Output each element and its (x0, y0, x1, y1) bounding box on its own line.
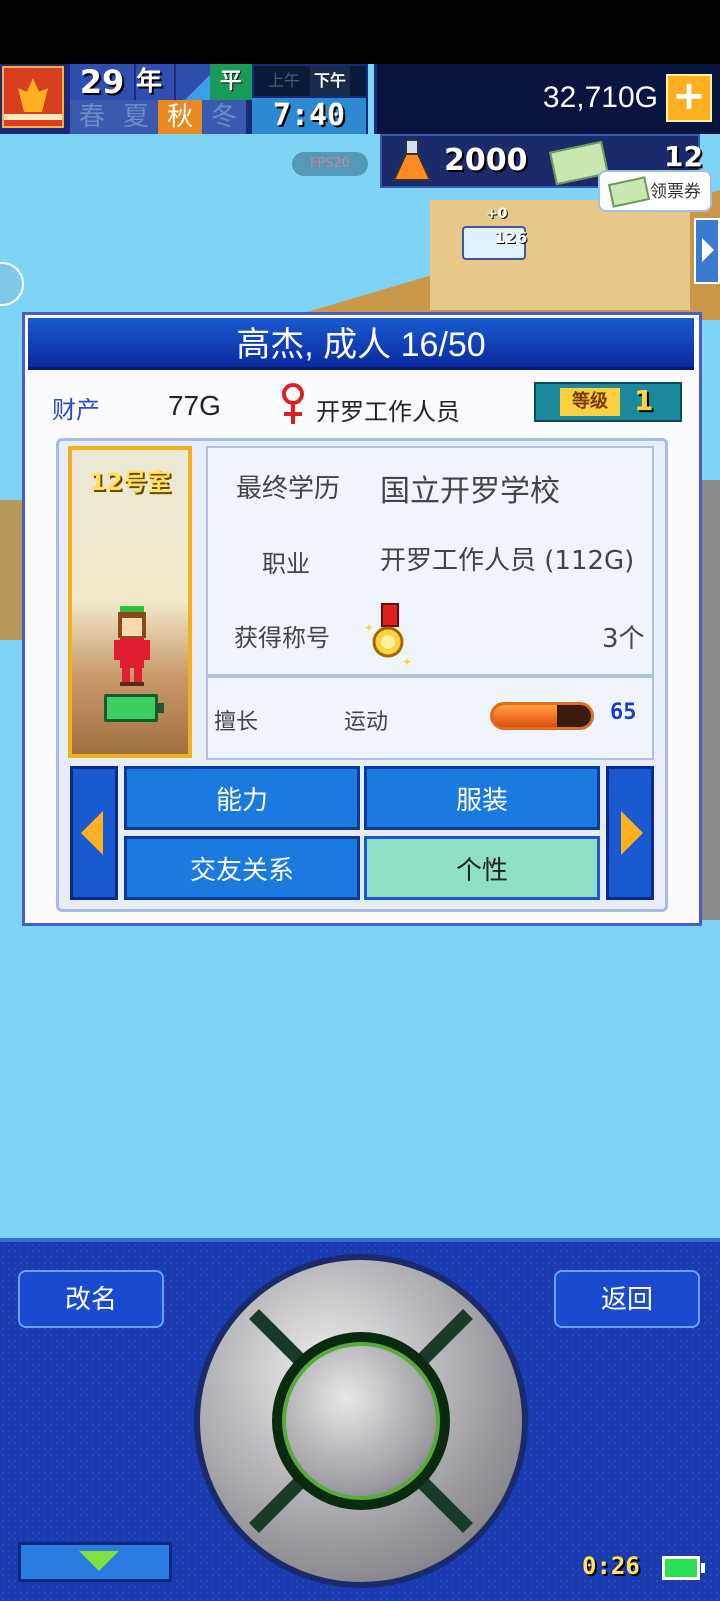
skill-name: 运动 (344, 710, 389, 735)
fire-icon (2, 66, 64, 128)
top-black-strip (0, 0, 720, 64)
occupation-label: 职业 (262, 550, 310, 578)
character-sprite[interactable] (110, 604, 154, 688)
skill-bar-fill (493, 705, 557, 727)
flask-icon (392, 139, 432, 181)
education-label: 最终学历 (236, 474, 341, 504)
building-side (700, 480, 720, 920)
room-label: 12号室 (89, 468, 171, 496)
season-winter: 冬 (202, 100, 246, 134)
add-money-button[interactable]: + (666, 74, 712, 122)
dialog-title: 高杰, 成人 16/50 (236, 326, 486, 364)
collapse-menu-button[interactable] (18, 1542, 172, 1582)
titles-count: 3个 (602, 624, 645, 654)
education-value: 国立开罗学校 (380, 474, 560, 509)
year-unit: 年 (136, 64, 174, 100)
money-value: 32,710G (542, 81, 658, 114)
job-label: 开罗工作人员 (316, 398, 460, 426)
claim-ticket-label: 领票券 (650, 182, 701, 202)
plus-zero-label: +0 (486, 206, 508, 222)
next-resident-button[interactable] (606, 766, 654, 900)
year-number: 29 (70, 64, 134, 100)
assets-value: 77G (168, 390, 221, 421)
svg-text:✦: ✦ (402, 655, 412, 669)
skill-bar (490, 702, 594, 730)
level-label: 等级 (560, 388, 620, 416)
skill-value: 65 (610, 700, 637, 725)
level-value: 1 (634, 384, 654, 417)
fps-badge: FPS20 (292, 152, 368, 176)
weekday-label: 平日 (210, 64, 252, 130)
tab-relations[interactable]: 交友关系 (124, 836, 360, 900)
pm-label: 下午 (310, 66, 351, 96)
season-autumn: 秋 (158, 100, 202, 134)
left-edge-badge[interactable] (0, 262, 24, 306)
am-label: 上午 (268, 71, 301, 90)
previous-resident-button[interactable] (70, 766, 118, 900)
season-summer: 夏 (114, 100, 158, 134)
session-timer: 0:26 (582, 1552, 640, 1580)
game-clock: 7:40 (252, 98, 366, 134)
back-button[interactable]: 返回 (554, 1270, 700, 1328)
battery-icon (104, 694, 164, 722)
female-icon (282, 383, 304, 424)
rename-button[interactable]: 改名 (18, 1270, 164, 1328)
titles-label: 获得称号 (234, 624, 330, 652)
skill-label: 擅长 (214, 710, 259, 735)
svg-text:✦: ✦ (364, 621, 374, 635)
medal-icon[interactable]: ✦ ✦ (362, 602, 418, 670)
ticket-count: 12 (664, 140, 703, 173)
tab-personality[interactable]: 个性 (364, 836, 600, 900)
bubble-value: 126 (494, 228, 528, 247)
assets-label: 财产 (52, 396, 100, 424)
device-battery-icon (662, 1556, 705, 1580)
tab-ability[interactable]: 能力 (124, 766, 360, 830)
season-spring: 春 (70, 100, 114, 134)
dpad-center-button[interactable] (282, 1342, 440, 1500)
tab-outfit[interactable]: 服装 (364, 766, 600, 830)
research-points: 2000 (444, 143, 528, 178)
occupation-value: 开罗工作人员 (112G) (380, 546, 635, 576)
side-panel-toggle[interactable] (694, 218, 720, 284)
